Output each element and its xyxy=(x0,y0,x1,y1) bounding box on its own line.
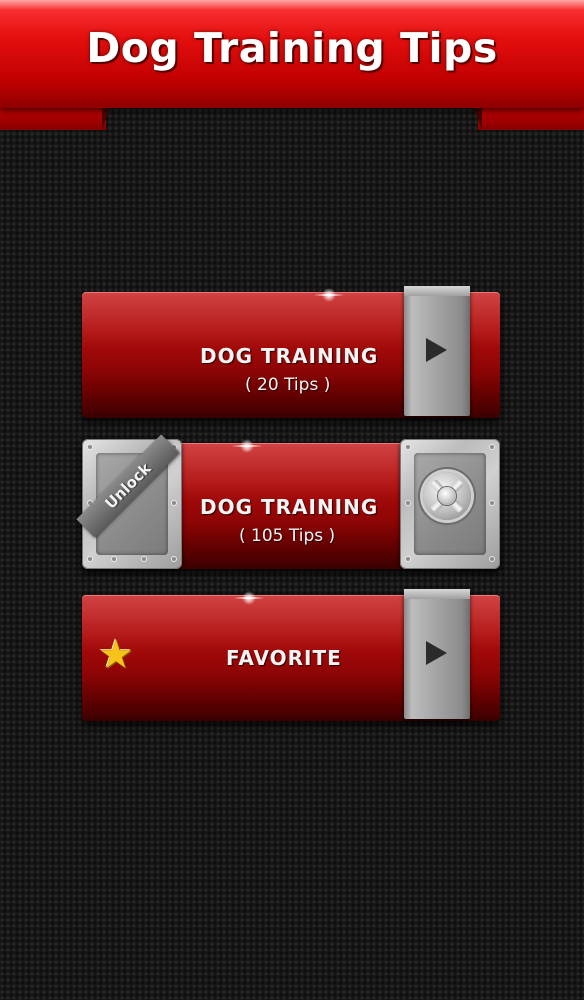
play-icon xyxy=(426,641,447,665)
dog-training-locked-title: DOG TRAINING xyxy=(200,495,379,519)
rivet xyxy=(406,501,410,505)
vault-plate xyxy=(400,439,500,569)
rivet xyxy=(490,557,494,561)
dog-training-button[interactable]: DOG TRAINING ( 20 Tips ) xyxy=(82,286,500,418)
header-banner: Dog Training Tips xyxy=(0,0,584,108)
rivet xyxy=(88,557,92,561)
rivet xyxy=(88,445,92,449)
rivet xyxy=(406,445,410,449)
sparkle-decoration xyxy=(314,288,344,302)
favorite-button[interactable]: ★ FAVORITE xyxy=(82,589,500,721)
rivet xyxy=(406,557,410,561)
rivet xyxy=(142,557,146,561)
dog-training-subtitle: ( 20 Tips ) xyxy=(245,375,331,395)
favorite-title: FAVORITE xyxy=(226,646,342,670)
star-icon: ★ xyxy=(98,632,134,678)
rivet xyxy=(112,557,116,561)
rivet xyxy=(490,501,494,505)
dog-training-locked-subtitle: ( 105 Tips ) xyxy=(239,526,336,546)
dog-training-title: DOG TRAINING xyxy=(200,344,379,368)
sparkle-decoration xyxy=(234,591,264,605)
play-icon xyxy=(426,338,447,362)
play-panel xyxy=(404,286,470,416)
sparkle-decoration xyxy=(232,439,262,453)
rivet xyxy=(172,501,176,505)
dog-training-locked-button[interactable]: Unlock DOG TRAINING ( 105 Tips ) xyxy=(76,434,500,569)
rivet xyxy=(172,557,176,561)
rivet xyxy=(490,445,494,449)
vault-hub xyxy=(438,487,456,505)
play-panel xyxy=(404,589,470,719)
page-title: Dog Training Tips xyxy=(86,24,498,72)
